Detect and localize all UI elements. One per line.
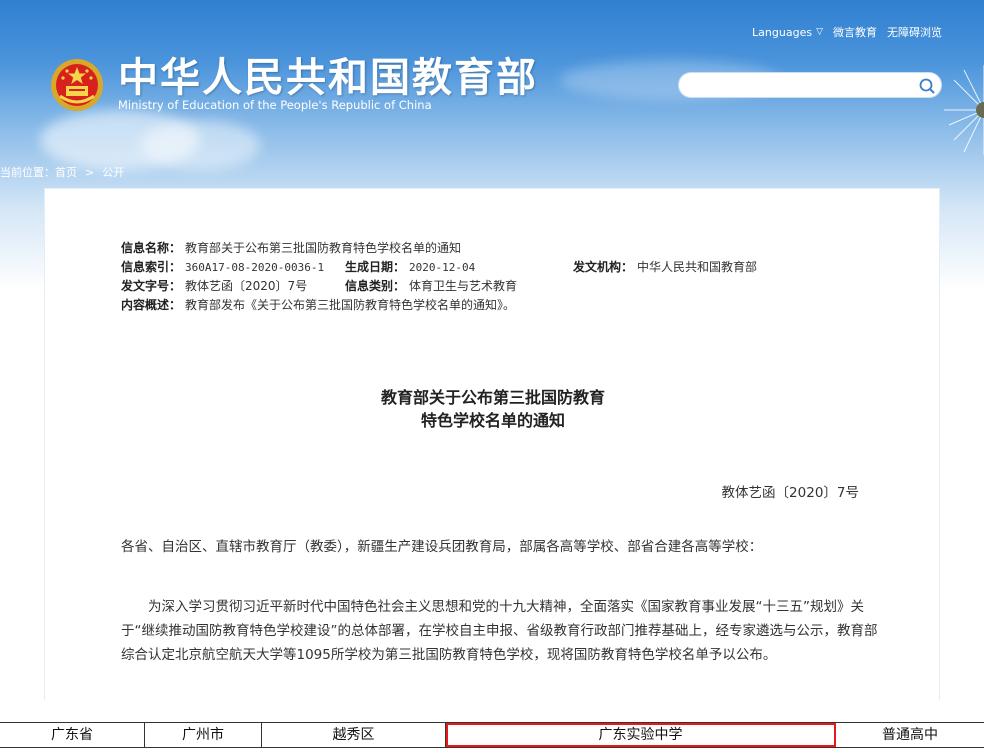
meta-index-value: 360A17-08-2020-0036-1 [185, 261, 325, 274]
breadcrumb-prefix: 当前位置： [0, 166, 55, 179]
meta-summary-label: 内容概述： [121, 298, 182, 312]
breadcrumb-separator: > [85, 166, 95, 179]
breadcrumb-home-link[interactable]: 首页 [55, 166, 77, 179]
table-cell-school-type: 普通高中 [882, 727, 938, 743]
meta-issuer-group: 发文机构： 中华人民共和国教育部 [573, 258, 757, 277]
search-box [678, 72, 942, 98]
dandelion-decoration-icon [944, 65, 984, 155]
chevron-down-icon[interactable]: ▽ [816, 27, 823, 37]
table-cell-school: 广东实验中学 [446, 723, 836, 747]
meta-row-summary: 内容概述： 教育部发布《关于公布第三批国防教育特色学校名单的通知》。 [121, 296, 515, 315]
meta-summary-value: 教育部发布《关于公布第三批国防教育特色学校名单的通知》。 [185, 298, 516, 312]
site-subtitle: Ministry of Education of the People's Re… [118, 98, 432, 112]
document-title: 教育部关于公布第三批国防教育 特色学校名单的通知 [45, 386, 941, 432]
meta-docno-label: 发文字号： [121, 279, 182, 293]
meta-date-label: 生成日期： [345, 260, 406, 274]
table-cell-province: 广东省 [0, 723, 145, 747]
site-title[interactable]: 中华人民共和国教育部 [118, 45, 538, 103]
breadcrumb: 当前位置：首页 > 公开 [0, 164, 124, 180]
meta-row-docno: 发文字号： 教体艺函〔2020〕7号 信息类别： 体育卫生与艺术教育 [121, 277, 517, 296]
table-cell-district: 越秀区 [262, 723, 446, 747]
document-number: 教体艺函〔2020〕7号 [721, 485, 859, 501]
meta-issuer-label: 发文机构： [573, 260, 634, 274]
meta-docno-value: 教体艺函〔2020〕7号 [185, 279, 308, 293]
document-meta: 信息名称： 教育部关于公布第三批国防教育特色学校名单的通知 信息索引： 360A17… [121, 239, 757, 315]
meta-date-value: 2020-12-04 [409, 261, 476, 274]
cloud-decoration [140, 120, 260, 170]
meta-date-group: 生成日期： 2020-12-04 [345, 258, 475, 277]
document-title-line2: 特色学校名单的通知 [420, 411, 565, 430]
accessibility-link[interactable]: 无障碍浏览 [887, 24, 942, 40]
table-cell-city: 广州市 [145, 723, 262, 747]
search-input[interactable] [691, 77, 911, 95]
meta-row-index: 信息索引： 360A17-08-2020-0036-1 生成日期： 2020-12-… [121, 258, 757, 277]
languages-link[interactable]: Languages [752, 26, 812, 39]
document-title-line1: 教育部关于公布第三批国防教育 [380, 388, 605, 407]
salutation-paragraph: 各省、自治区、直辖市教育厅（教委），新疆生产建设兵团教育局，部属各高等学校、部省… [121, 539, 763, 555]
top-links: Languages ▽ 微言教育 无障碍浏览 [752, 24, 942, 40]
breadcrumb-public-link[interactable]: 公开 [102, 166, 124, 179]
weiyan-education-link[interactable]: 微言教育 [833, 24, 877, 40]
meta-name-label: 信息名称： [121, 241, 182, 255]
content-card: 信息名称： 教育部关于公布第三批国防教育特色学校名单的通知 信息索引： 360A17… [44, 188, 940, 700]
meta-category-label: 信息类别： [345, 279, 406, 293]
meta-index-label: 信息索引： [121, 260, 182, 274]
meta-name-value: 教育部关于公布第三批国防教育特色学校名单的通知 [185, 241, 462, 255]
national-emblem-icon[interactable] [50, 58, 104, 112]
meta-category-value: 体育卫生与艺术教育 [409, 279, 518, 293]
meta-row-name: 信息名称： 教育部关于公布第三批国防教育特色学校名单的通知 [121, 239, 515, 258]
search-icon[interactable] [917, 76, 937, 96]
meta-category-group: 信息类别： 体育卫生与艺术教育 [345, 277, 517, 296]
meta-issuer-value: 中华人民共和国教育部 [637, 260, 758, 274]
body-paragraph: 为深入学习贯彻习近平新时代中国特色社会主义思想和党的十九大精神，全面落实《国家教… [121, 599, 878, 663]
table-row: 广东省 广州市 越秀区 广东实验中学 普通高中 [0, 722, 984, 748]
